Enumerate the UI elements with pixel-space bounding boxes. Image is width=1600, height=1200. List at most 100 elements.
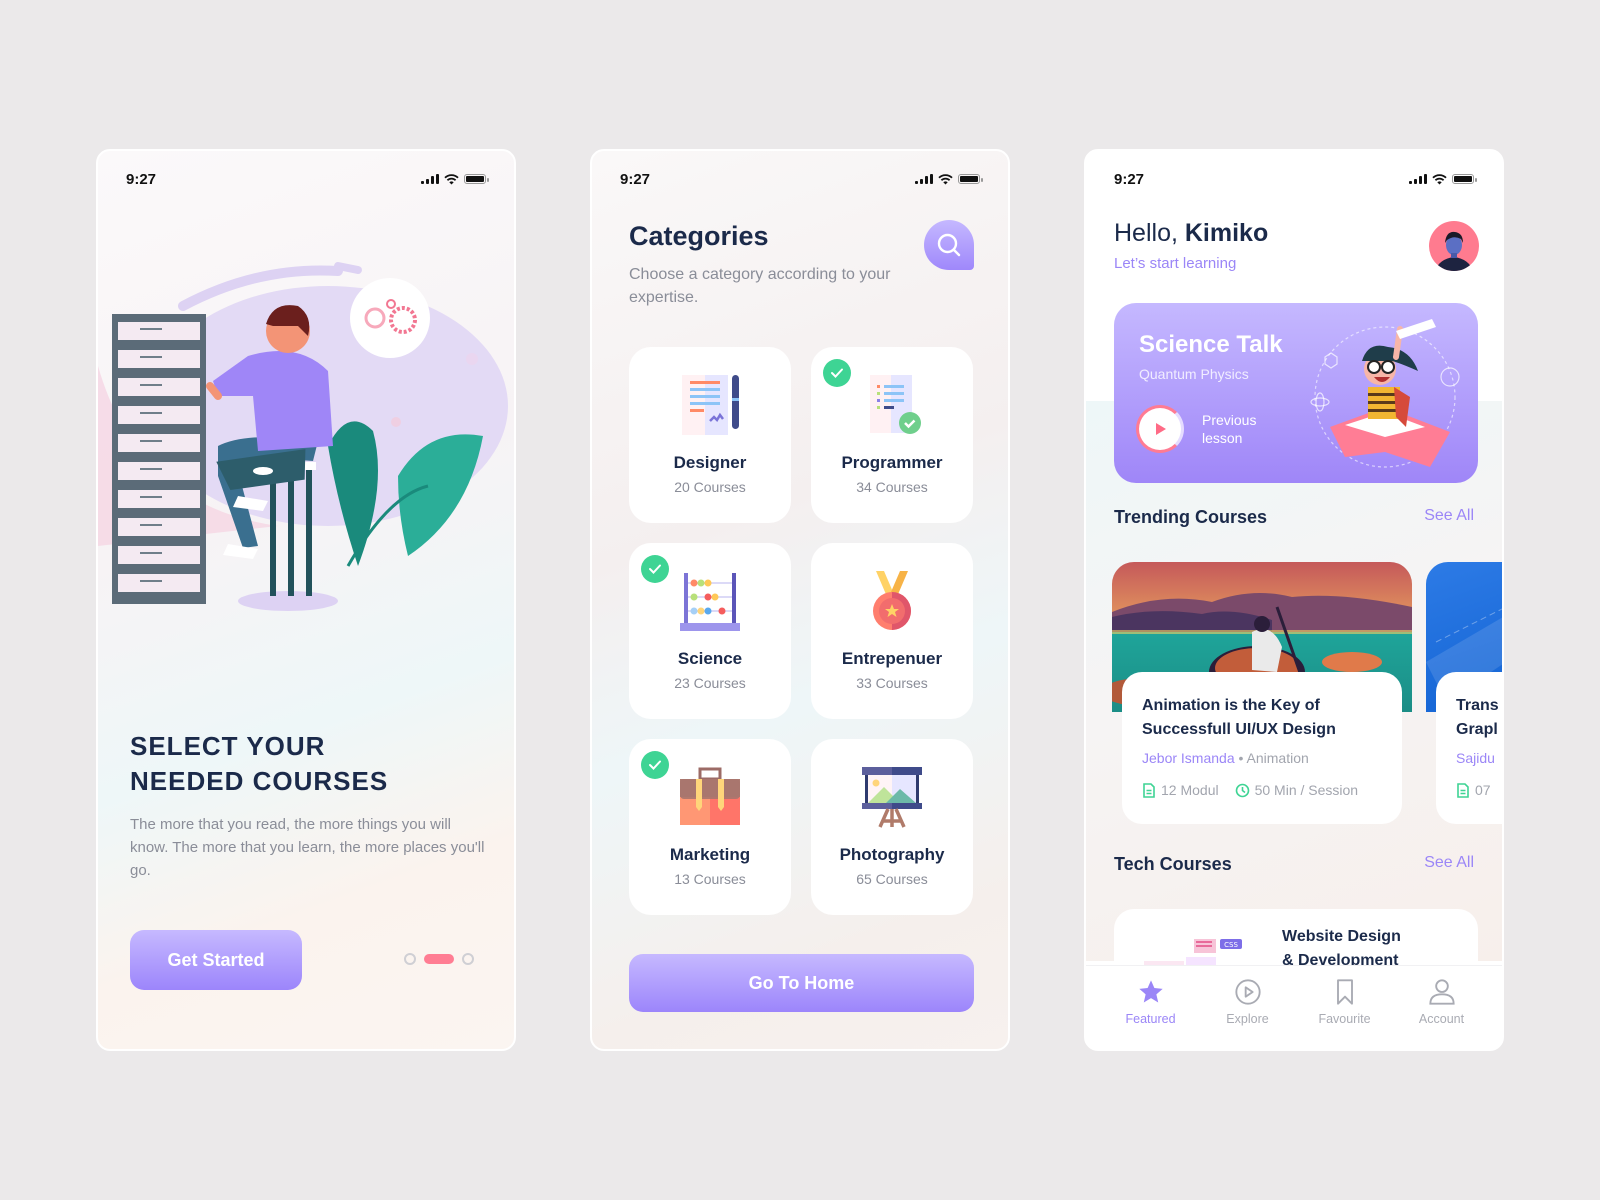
category-card-photography[interactable]: Photography 65 Courses <box>811 739 973 915</box>
play-icon <box>1156 423 1166 435</box>
course-title: Trans Grapl <box>1456 697 1499 738</box>
course-card[interactable]: Trans Grapl Sajidu 07 <box>1426 562 1502 824</box>
page-subtitle: Choose a category according to your expe… <box>629 266 891 306</box>
greeting: Hello, Kimiko <box>1114 219 1268 248</box>
category-card-designer[interactable]: Designer 20 Courses <box>629 347 791 523</box>
developer-illustration <box>98 262 508 611</box>
tech-see-all-link[interactable]: See All <box>1424 854 1474 872</box>
tab-favourite[interactable]: Favourite <box>1305 966 1385 1049</box>
wifi-icon <box>1432 173 1447 184</box>
search-icon <box>937 233 961 257</box>
battery-icon <box>958 174 983 184</box>
get-started-button[interactable]: Get Started <box>130 930 302 990</box>
category-count: 33 Courses <box>856 675 928 691</box>
course-info: Animation is the Key of Successfull UI/U… <box>1122 672 1402 824</box>
tab-label: Account <box>1418 1012 1465 1026</box>
status-time: 9:27 <box>1114 170 1145 188</box>
designer-icon <box>682 375 739 435</box>
course-title: Animation is the Key of Successfull UI/U… <box>1142 697 1336 738</box>
category-card-science[interactable]: Science 23 Courses <box>629 543 791 719</box>
category-name: Marketing <box>669 845 751 864</box>
trending-heading: Trending Courses <box>1114 507 1268 527</box>
tab-featured[interactable]: Featured <box>1111 966 1191 1049</box>
hero-title: Science Talk <box>1139 331 1283 358</box>
tab-label: Favourite <box>1318 1012 1371 1026</box>
course-stats: 12 Modul 50 Min / Session <box>1142 782 1382 798</box>
search-button[interactable] <box>924 220 974 270</box>
briefcase-icon <box>680 767 740 825</box>
onboarding-title: SELECT YOUR NEEDED COURSES <box>130 731 389 796</box>
abacus-icon <box>680 573 740 631</box>
css-badge: CSS <box>1224 941 1238 949</box>
category-grid: Designer 20 Courses Programmer 34 Course… <box>629 347 974 915</box>
go-to-home-button[interactable]: Go To Home <box>629 954 974 1012</box>
category-name: Programmer <box>841 453 943 472</box>
clock-icon <box>1235 783 1249 797</box>
course-duration: 50 Min / Session <box>1254 782 1359 798</box>
user-name: Kimiko <box>1184 219 1269 247</box>
tab-label: Featured <box>1125 1012 1176 1026</box>
category-card-programmer[interactable]: Programmer 34 Courses <box>811 347 973 523</box>
trending-see-all-link[interactable]: See All <box>1424 507 1474 525</box>
signal-icon <box>915 174 933 184</box>
status-bar: 9:27 <box>620 169 983 189</box>
category-count: 65 Courses <box>856 871 928 887</box>
pagination-dots <box>404 953 474 965</box>
category-card-entrepenuer[interactable]: Entrepenuer 33 Courses <box>811 543 973 719</box>
course-author[interactable]: Sajidu <box>1456 750 1495 766</box>
pagination-dot[interactable] <box>404 953 416 965</box>
course-modules: 12 Modul <box>1161 782 1219 798</box>
signal-icon <box>421 174 439 184</box>
tech-heading: Tech Courses <box>1114 854 1232 874</box>
battery-icon <box>464 174 489 184</box>
category-name: Photography <box>839 845 945 864</box>
document-icon <box>1143 782 1155 798</box>
category-count: 23 Courses <box>674 675 746 691</box>
status-bar: 9:27 <box>126 169 489 189</box>
home-screen: 9:27 Hello, Kimiko Let’s start learning … <box>1084 149 1504 1051</box>
easel-picture-icon <box>862 767 922 828</box>
course-meta: Jebor Ismanda • Animation <box>1142 750 1309 766</box>
course-category: Animation <box>1246 750 1309 766</box>
course-author[interactable]: Jebor Ismanda <box>1142 750 1235 766</box>
wifi-icon <box>938 173 953 184</box>
selected-check-icon <box>641 751 669 779</box>
category-name: Science <box>677 649 743 668</box>
greeting-subtitle: Let’s start learning <box>1114 255 1237 272</box>
tab-account[interactable]: Account <box>1402 966 1482 1049</box>
course-stats: 07 <box>1456 782 1502 798</box>
pagination-dot-active[interactable] <box>424 954 454 964</box>
course-card[interactable]: Animation is the Key of Successfull UI/U… <box>1112 562 1412 824</box>
wifi-icon <box>444 173 459 184</box>
onboarding-screen: 9:27 SELECT YOUR NEEDED COURSES The more… <box>96 149 516 1051</box>
star-icon <box>1138 980 1163 1003</box>
category-card-marketing[interactable]: Marketing 13 Courses <box>629 739 791 915</box>
bottom-tab-bar: Featured Explore Favourite Account <box>1086 965 1502 1049</box>
onboarding-description: The more that you read, the more things … <box>130 816 485 879</box>
selected-check-icon <box>823 359 851 387</box>
page-title: Categories <box>629 221 769 251</box>
greeting-prefix: Hello, <box>1114 219 1185 247</box>
status-time: 9:27 <box>126 170 157 188</box>
user-photo <box>1435 231 1473 271</box>
signal-icon <box>1409 174 1427 184</box>
hero-banner[interactable]: Science Talk Quantum Physics Previous le… <box>1114 303 1478 483</box>
play-button[interactable] <box>1136 405 1184 453</box>
medal-icon <box>873 571 911 630</box>
previous-lesson-label: Previous lesson <box>1202 412 1257 446</box>
pagination-dot[interactable] <box>462 953 474 965</box>
avatar[interactable] <box>1429 221 1479 271</box>
selected-check-icon <box>641 555 669 583</box>
battery-icon <box>1452 174 1477 184</box>
category-name: Designer <box>673 453 747 472</box>
document-icon <box>1457 782 1469 798</box>
reading-girl-illustration <box>1310 319 1460 468</box>
course-meta: Sajidu <box>1456 750 1502 766</box>
user-icon <box>1428 979 1455 1005</box>
programmer-icon <box>870 375 921 434</box>
tab-label: Explore <box>1226 1012 1269 1026</box>
hero-subtitle: Quantum Physics <box>1139 366 1249 382</box>
course-modules: 07 <box>1475 782 1491 798</box>
bookmark-icon <box>1336 979 1353 1005</box>
tab-explore[interactable]: Explore <box>1208 966 1288 1049</box>
